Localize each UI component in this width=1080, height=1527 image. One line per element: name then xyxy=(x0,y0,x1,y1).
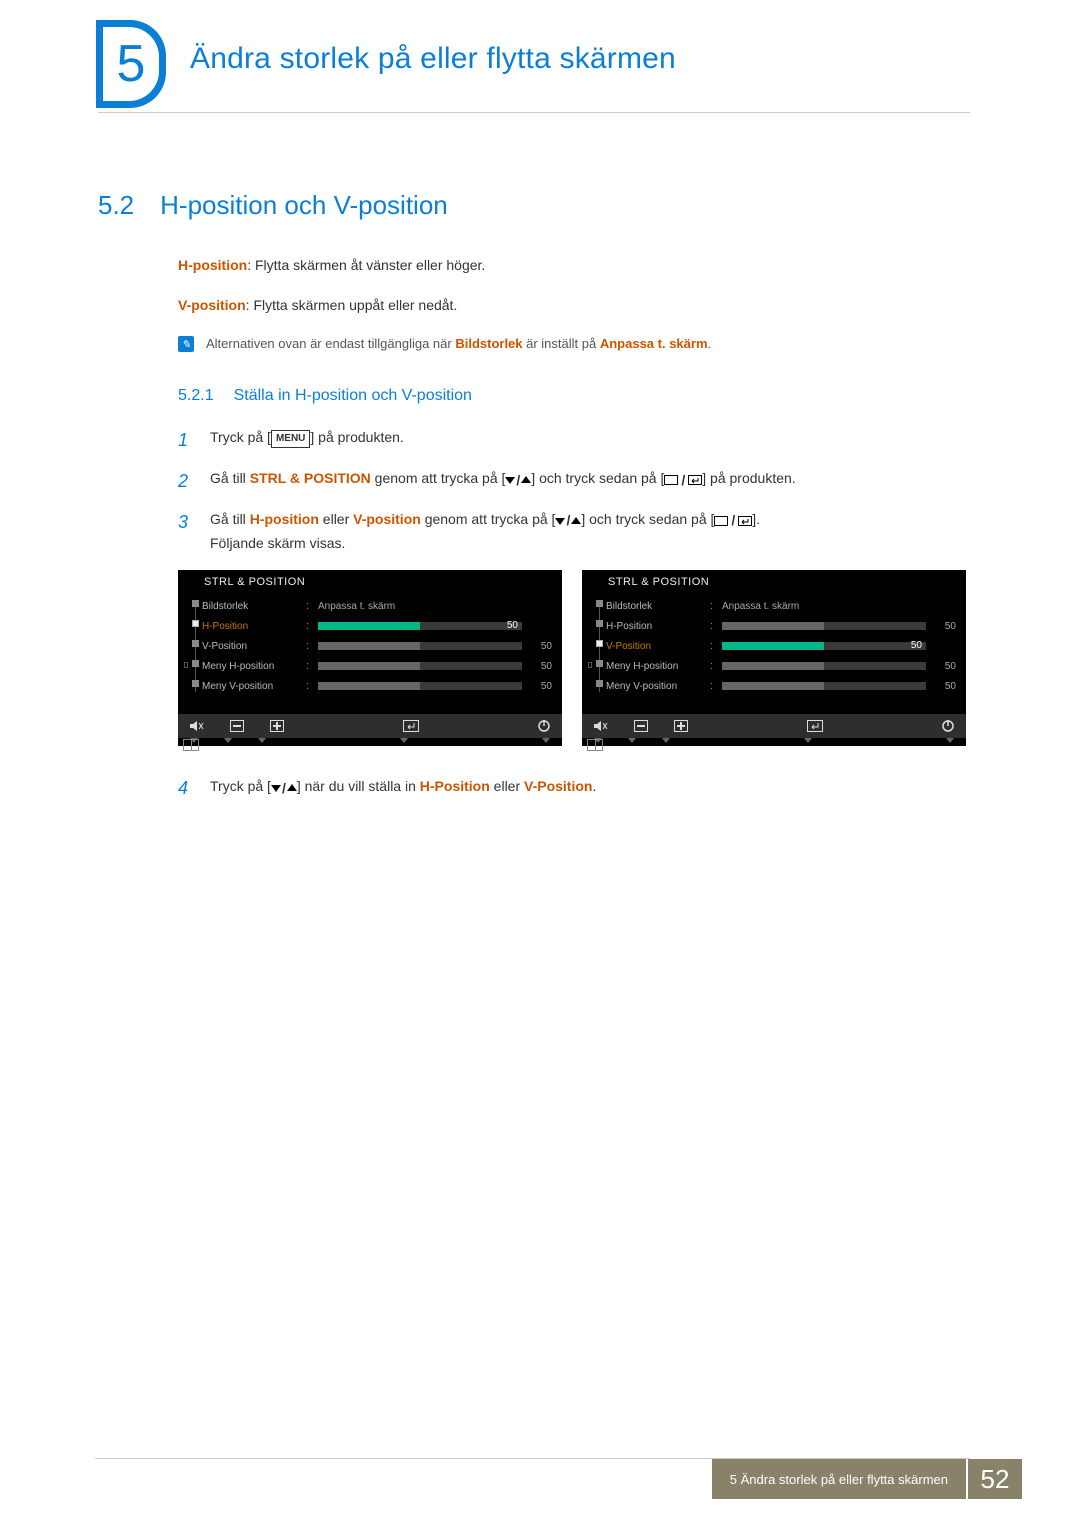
step-4: 4 Tryck på [/] när du vill ställa in H-P… xyxy=(178,778,596,799)
enter-icon xyxy=(807,720,823,732)
slider-bar xyxy=(722,662,926,670)
page-number: 52 xyxy=(968,1459,1022,1499)
osd-title: STRL & POSITION xyxy=(582,570,966,592)
osd-dot-row xyxy=(582,738,966,746)
down-up-icon: / xyxy=(505,469,531,491)
slider-bar xyxy=(318,682,522,690)
hposition-term: H-position xyxy=(178,257,247,273)
step-text: Tryck på [MENU] på produkten. xyxy=(210,426,968,455)
hposition-definition: H-position: Flytta skärmen åt vänster el… xyxy=(178,256,485,276)
speaker-mute-icon xyxy=(190,720,204,732)
menu-button-label: MENU xyxy=(271,430,310,448)
osd-row-vposition: V-Position: 50 xyxy=(606,636,956,656)
vposition-term: V-position xyxy=(178,297,246,313)
osd-dot-row xyxy=(178,738,562,746)
osd-row-menyv: Meny V-position: 50 xyxy=(606,676,956,696)
osd-row-vposition: V-Position: 50 xyxy=(202,636,552,656)
slider-bar: 50 xyxy=(722,642,926,650)
step-text: Gå till H-position eller V-position geno… xyxy=(210,508,968,555)
section-title: H-position och V-position xyxy=(160,190,448,220)
osd-row-hposition: H-Position: 50 xyxy=(606,616,956,636)
osd-row-bildstorlek: Bildstorlek: Anpassa t. skärm xyxy=(606,596,956,616)
step-text: Gå till STRL & POSITION genom att trycka… xyxy=(210,467,968,496)
divider xyxy=(98,112,970,113)
step-2: 2 Gå till STRL & POSITION genom att tryc… xyxy=(178,467,968,496)
note-text: Alternativen ovan är endast tillgängliga… xyxy=(206,336,711,351)
rect-enter-icon: / xyxy=(664,469,702,491)
note: ✎ Alternativen ovan är endast tillgängli… xyxy=(178,336,711,352)
step-1: 1 Tryck på [MENU] på produkten. xyxy=(178,426,968,455)
down-up-icon: / xyxy=(555,509,581,531)
slider-bar xyxy=(722,622,926,630)
section-number: 5.2 xyxy=(98,190,134,220)
osd-row: STRL & POSITION Bildstorlek: Anpassa t. … xyxy=(178,570,966,746)
chapter-number: 5 xyxy=(103,27,159,101)
step-number: 4 xyxy=(178,778,194,799)
osd-title: STRL & POSITION xyxy=(178,570,562,592)
rect-enter-icon: / xyxy=(714,509,752,531)
osd-sideline xyxy=(592,596,606,696)
chapter-title: Ändra storlek på eller flytta skärmen xyxy=(190,42,676,76)
footer: 5 Ändra storlek på eller flytta skärmen … xyxy=(0,1459,1080,1499)
step-list: 1 Tryck på [MENU] på produkten. 2 Gå til… xyxy=(178,426,968,566)
subsection-heading: 5.2.1 Ställa in H-position och V-position xyxy=(178,387,472,405)
section-heading: 5.2 H-position och V-position xyxy=(98,190,448,221)
osd-row-bildstorlek: Bildstorlek: Anpassa t. skärm xyxy=(202,596,552,616)
minus-icon xyxy=(230,720,244,732)
osd-panel-vposition: STRL & POSITION Bildstorlek: Anpassa t. … xyxy=(582,570,966,746)
subsection-title: Ställa in H-position och V-position xyxy=(234,387,472,404)
plus-icon xyxy=(674,720,688,732)
enter-icon xyxy=(403,720,419,732)
chapter-number-tab: 5 xyxy=(96,20,166,108)
slider-bar xyxy=(722,682,926,690)
slider-bar xyxy=(318,642,522,650)
subsection-number: 5.2.1 xyxy=(178,387,214,404)
osd-button-bar xyxy=(178,714,562,738)
osd-button-bar xyxy=(582,714,966,738)
step-number: 1 xyxy=(178,426,194,455)
down-up-icon: / xyxy=(271,780,297,796)
slider-bar: 50 xyxy=(318,622,522,630)
note-icon: ✎ xyxy=(178,336,194,352)
step-number: 2 xyxy=(178,467,194,496)
step-3: 3 Gå till H-position eller V-position ge… xyxy=(178,508,968,555)
osd-row-menyv: Meny V-position: 50 xyxy=(202,676,552,696)
osd-panel-hposition: STRL & POSITION Bildstorlek: Anpassa t. … xyxy=(178,570,562,746)
step-number: 3 xyxy=(178,508,194,555)
vposition-definition: V-position: Flytta skärmen uppåt eller n… xyxy=(178,296,457,316)
power-icon xyxy=(538,720,550,732)
osd-sideline xyxy=(188,596,202,696)
minus-icon xyxy=(634,720,648,732)
slider-bar xyxy=(318,662,522,670)
power-icon xyxy=(942,720,954,732)
osd-row-hposition: H-Position: 50 xyxy=(202,616,552,636)
plus-icon xyxy=(270,720,284,732)
osd-row-menyh: Meny H-position: 50 xyxy=(606,656,956,676)
step-text: Tryck på [/] när du vill ställa in H-Pos… xyxy=(210,778,596,799)
osd-row-menyh: Meny H-position: 50 xyxy=(202,656,552,676)
speaker-mute-icon xyxy=(594,720,608,732)
footer-text: 5 Ändra storlek på eller flytta skärmen xyxy=(712,1459,966,1499)
